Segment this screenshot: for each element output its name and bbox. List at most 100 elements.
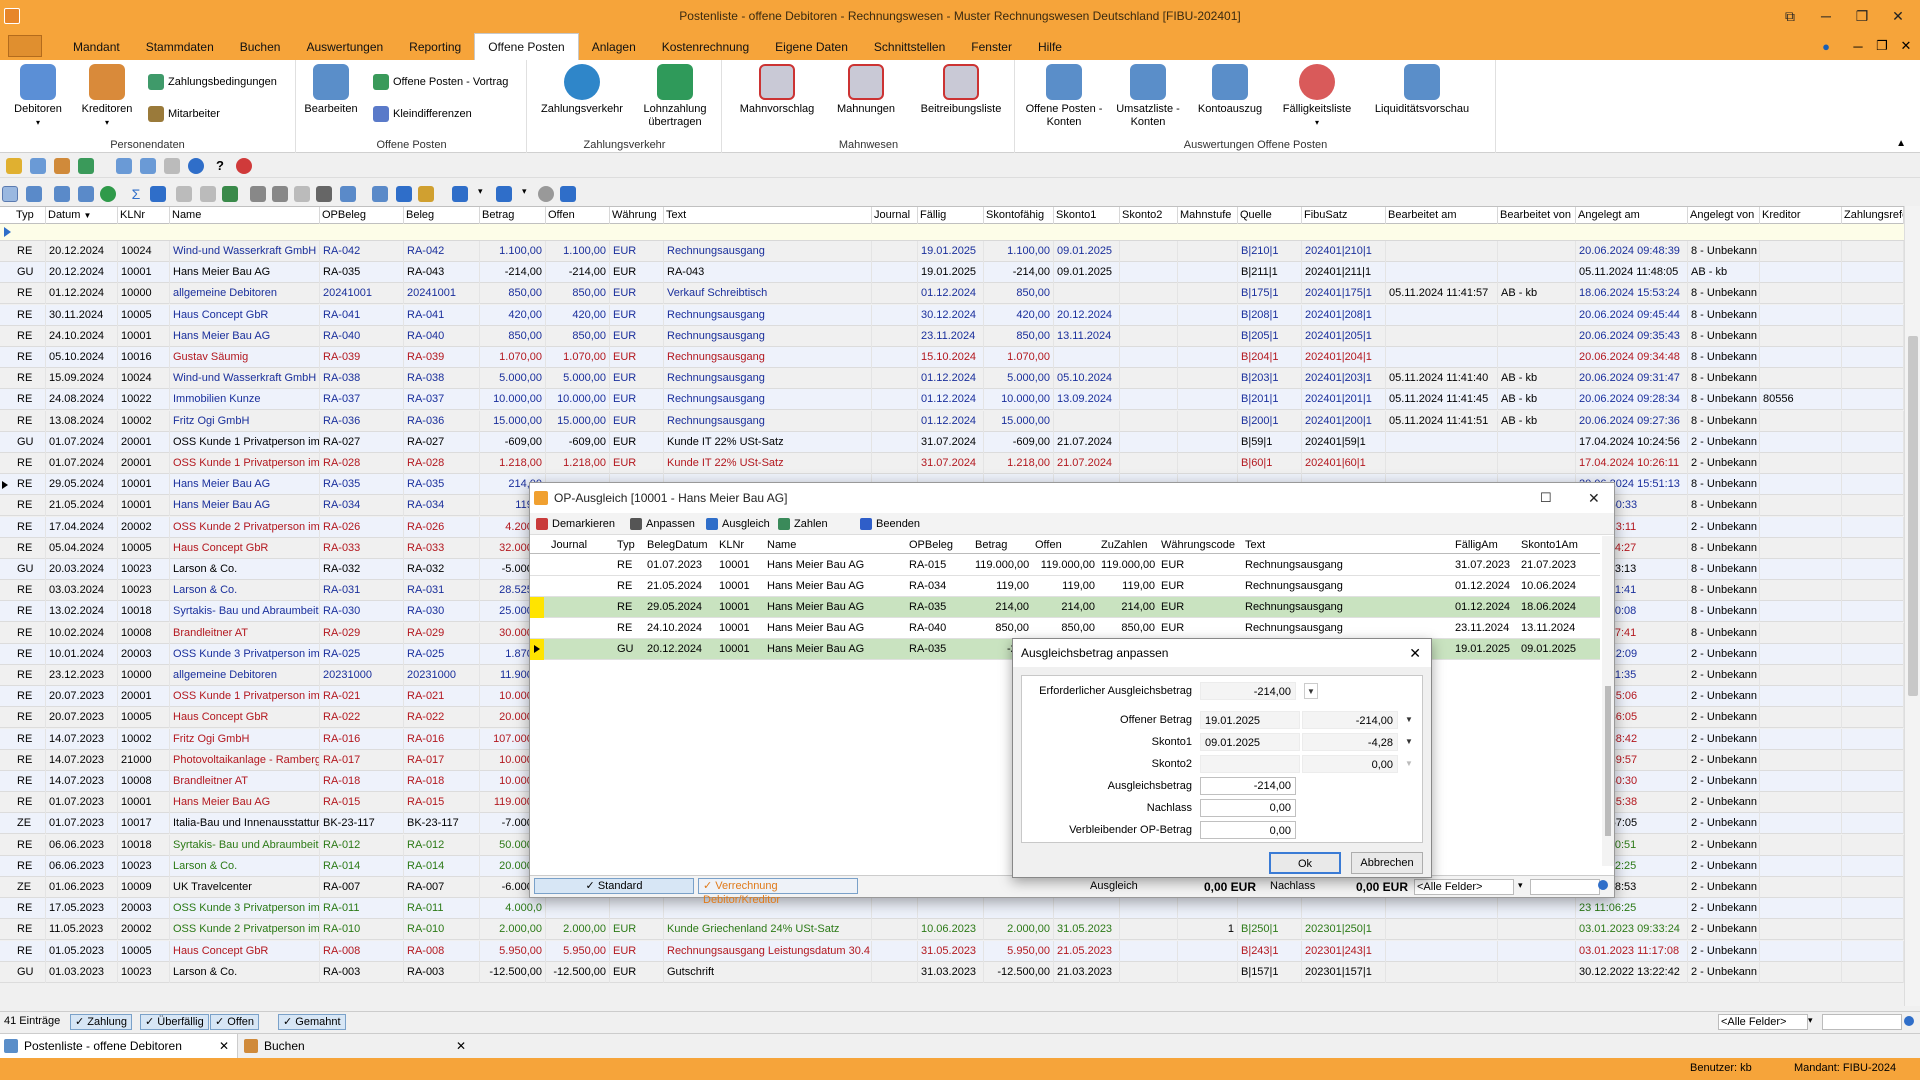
cell-fibusatz[interactable]: 202301|250|1: [1302, 919, 1386, 941]
op-cell-offen[interactable]: 214,00: [1032, 597, 1098, 618]
dcol-skonto1am[interactable]: Skonto1Am: [1518, 536, 1596, 554]
cell-quelle[interactable]: B|210|1: [1238, 241, 1302, 262]
op-table-row[interactable]: RE 29.05.2024 10001 Hans Meier Bau AG RA-035…: [530, 597, 1600, 618]
op-cell-offen[interactable]: 119.000,00: [1032, 555, 1098, 576]
cell-beleg[interactable]: RA-043: [404, 262, 480, 284]
cell-betrag[interactable]: 2.000,00: [480, 919, 546, 941]
dcol-offen[interactable]: Offen: [1032, 536, 1098, 554]
cell-skontof[interactable]: 1.100,00: [984, 241, 1054, 262]
filter-icon[interactable]: [496, 186, 512, 202]
close-dialog-button[interactable]: ✕: [1588, 483, 1600, 513]
col-fibusatz[interactable]: FibuSatz: [1302, 207, 1386, 225]
cell-name[interactable]: UK Travelcenter: [170, 877, 320, 898]
cell-angelegt-am[interactable]: 17.04.2024 10:26:11: [1576, 453, 1688, 474]
cell-name[interactable]: Hans Meier Bau AG: [170, 792, 320, 814]
cell-skontof[interactable]: 850,00: [984, 283, 1054, 305]
cell-skontof[interactable]: -12.500,00: [984, 961, 1054, 983]
cell-name[interactable]: Hans Meier Bau AG: [170, 495, 320, 517]
cell-zref[interactable]: [1842, 834, 1904, 856]
op-cell-name[interactable]: Hans Meier Bau AG: [764, 639, 906, 660]
cell-betrag[interactable]: 4.000,0: [480, 898, 546, 920]
row-marker[interactable]: [530, 618, 544, 639]
col-text[interactable]: Text: [664, 207, 872, 225]
col-name[interactable]: Name: [170, 207, 320, 225]
cell-beleg[interactable]: RA-040: [404, 325, 480, 347]
cell-angelegt-am[interactable]: 20.06.2024 09:31:47: [1576, 368, 1688, 390]
cell-datum[interactable]: 20.12.2024: [46, 262, 118, 284]
cell-faellig[interactable]: [918, 898, 984, 920]
refresh-icon[interactable]: [100, 186, 116, 202]
dcol-typ[interactable]: Typ: [614, 536, 644, 554]
cell-klnr[interactable]: 10005: [118, 537, 170, 559]
chip-offen[interactable]: ✓ Offen: [210, 1014, 259, 1030]
cell-datum[interactable]: 30.11.2024: [46, 304, 118, 326]
print-preview-icon[interactable]: [250, 186, 266, 202]
cell-zref[interactable]: [1842, 347, 1904, 368]
cell-faellig[interactable]: 19.01.2025: [918, 262, 984, 284]
cell-kreditor[interactable]: [1760, 940, 1842, 962]
op-cell-datum[interactable]: 01.07.2023: [644, 555, 716, 576]
cell-angelegt-von[interactable]: 2 - Unbekann: [1688, 940, 1760, 962]
cell-angelegt-von[interactable]: 8 - Unbekann: [1688, 410, 1760, 432]
dcol-journal[interactable]: Journal: [548, 536, 612, 554]
cell-offen[interactable]: -12.500,00: [546, 961, 610, 983]
save-icon[interactable]: [54, 158, 70, 174]
cell-kreditor[interactable]: [1760, 855, 1842, 877]
cell-angelegt-von[interactable]: 2 - Unbekann: [1688, 898, 1760, 920]
cell-name[interactable]: Fritz Ogi GmbH: [170, 728, 320, 750]
cell-quelle[interactable]: B|200|1: [1238, 410, 1302, 432]
cell-typ[interactable]: GU: [14, 262, 46, 284]
op-vortrag-button[interactable]: Offene Posten - Vortrag: [373, 74, 508, 90]
cell-datum[interactable]: 23.12.2023: [46, 665, 118, 686]
cell-typ[interactable]: RE: [14, 389, 46, 411]
op-cell-datum[interactable]: 20.12.2024: [644, 639, 716, 660]
op-cell-wc[interactable]: EUR: [1158, 618, 1242, 639]
cell-klnr[interactable]: 20002: [118, 516, 170, 538]
cell-quelle[interactable]: B|59|1: [1238, 431, 1302, 453]
cell-angelegt-am[interactable]: 05.11.2024 11:48:05: [1576, 262, 1688, 284]
cell-betrag[interactable]: 15.000,00: [480, 410, 546, 432]
cell-kreditor[interactable]: [1760, 622, 1842, 644]
cell-beleg[interactable]: RA-011: [404, 898, 480, 920]
op-cell-faellig[interactable]: 01.12.2024: [1452, 597, 1518, 618]
cell-skonto2[interactable]: [1120, 368, 1178, 390]
cell-beleg[interactable]: RA-014: [404, 855, 480, 877]
op-cell-faellig[interactable]: 23.11.2024: [1452, 618, 1518, 639]
cell-typ[interactable]: ZE: [14, 877, 46, 898]
cell-mahn[interactable]: [1178, 898, 1238, 920]
cell-typ[interactable]: RE: [14, 622, 46, 644]
cell-skontof[interactable]: 850,00: [984, 325, 1054, 347]
cell-bearb-am[interactable]: [1386, 304, 1498, 326]
anpassen-button[interactable]: Anpassen: [630, 516, 695, 532]
table-row[interactable]: RE 24.08.2024 10022 Immobilien Kunze RA-037 R…: [0, 389, 1904, 411]
cell-klnr[interactable]: 10017: [118, 813, 170, 835]
cell-opbeleg[interactable]: BK-23-117: [320, 813, 404, 835]
cell-faellig[interactable]: 31.03.2023: [918, 961, 984, 983]
cell-skonto2[interactable]: [1120, 431, 1178, 453]
filter-row[interactable]: [0, 224, 1920, 241]
cell-betrag[interactable]: 5.000,00: [480, 368, 546, 390]
cell-waehrung[interactable]: EUR: [610, 262, 664, 284]
cell-typ[interactable]: GU: [14, 431, 46, 453]
chip-gemahnt[interactable]: ✓ Gemahnt: [278, 1014, 346, 1030]
cell-kreditor[interactable]: [1760, 368, 1842, 390]
cell-waehrung[interactable]: EUR: [610, 368, 664, 390]
print-icon[interactable]: [116, 158, 132, 174]
search-icon[interactable]: [372, 186, 388, 202]
cell-kreditor[interactable]: [1760, 686, 1842, 708]
cell-datum[interactable]: 01.07.2023: [46, 813, 118, 835]
col-journal[interactable]: Journal: [872, 207, 918, 225]
cell-angelegt-von[interactable]: 2 - Unbekann: [1688, 771, 1760, 792]
cell-klnr[interactable]: 10008: [118, 771, 170, 792]
expand-icon[interactable]: [176, 186, 192, 202]
cell-offen[interactable]: [546, 898, 610, 920]
cell-zref[interactable]: [1842, 686, 1904, 708]
mahnungen-button[interactable]: Mahnungen: [829, 64, 903, 116]
cell-opbeleg[interactable]: RA-035: [320, 262, 404, 284]
cell-kreditor[interactable]: [1760, 347, 1842, 368]
cell-skonto1[interactable]: [1054, 347, 1120, 368]
filter-dropdown-icon[interactable]: ▾: [522, 186, 538, 202]
cell-waehrung[interactable]: EUR: [610, 453, 664, 474]
cell-text[interactable]: RA-043: [664, 262, 872, 284]
cell-datum[interactable]: 24.08.2024: [46, 389, 118, 411]
